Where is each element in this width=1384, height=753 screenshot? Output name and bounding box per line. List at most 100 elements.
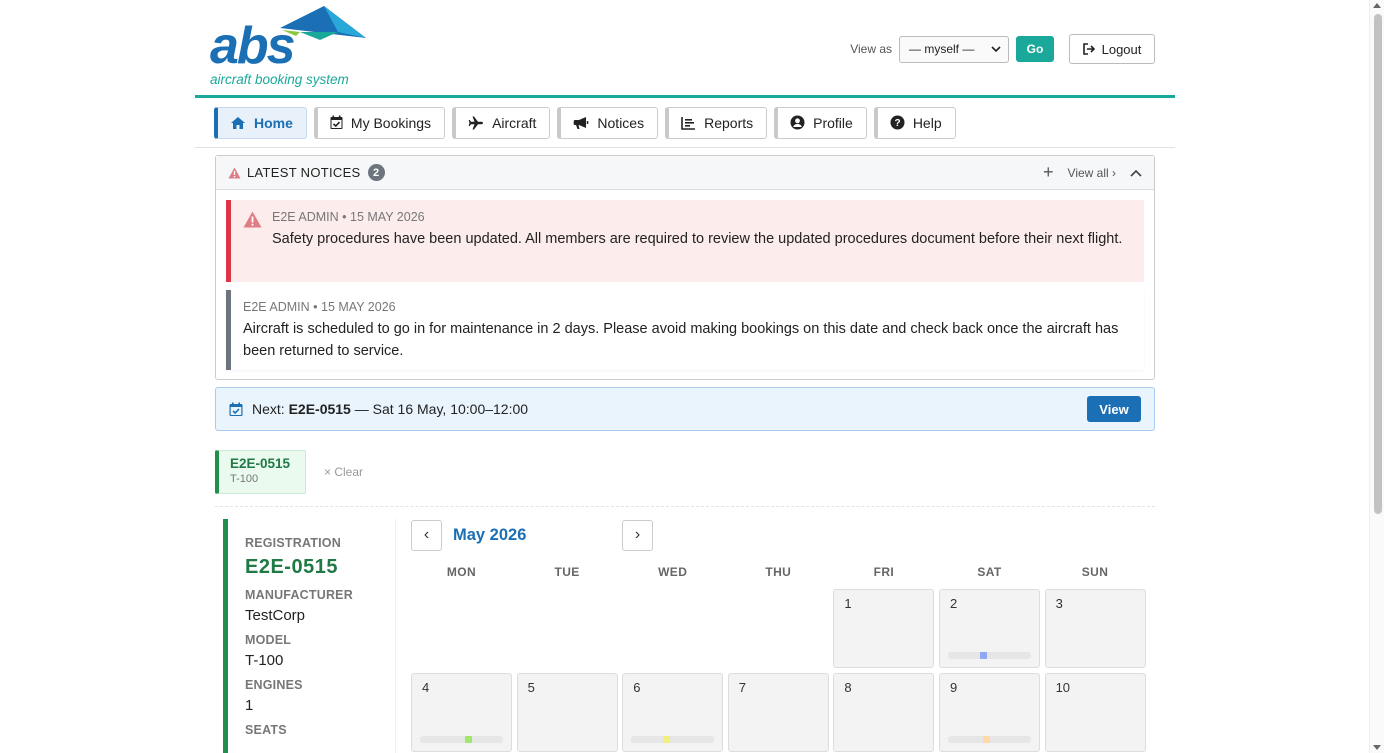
calendar-day-number: 7 xyxy=(738,680,747,695)
notices-title: LATEST NOTICES xyxy=(247,165,361,180)
calendar-day-cell[interactable]: 10 xyxy=(1044,673,1146,752)
site-header: abs aircraft booking system View as — my… xyxy=(195,0,1175,98)
scrollbar-thumb[interactable] xyxy=(1374,14,1382,514)
notice-item: E2E ADMIN • 15 MAY 2026 Safety procedure… xyxy=(226,200,1144,282)
previous-month-button[interactable]: ‹ xyxy=(411,519,442,551)
weekday-label: SUN xyxy=(1081,565,1109,579)
booking-timeline-track xyxy=(947,736,1031,743)
view-as-label: View as xyxy=(850,42,892,56)
aircraft-details: REGISTRATION E2E-0515 MANUFACTURER TestC… xyxy=(223,519,396,753)
calendar-day-cell[interactable]: 3 xyxy=(1044,589,1146,668)
nav-notices[interactable]: Notices xyxy=(557,106,659,139)
next-booking-text: Next: E2E-0515 — Sat 16 May, 10:00–12:00 xyxy=(252,401,528,417)
aircraft-filter-chip[interactable]: E2E-0515 T-100 xyxy=(215,450,306,494)
megaphone-icon xyxy=(574,116,589,129)
logout-icon xyxy=(1082,43,1095,55)
add-notice-button[interactable]: + xyxy=(1043,162,1054,183)
calendar-day-cell[interactable]: 4 xyxy=(411,673,512,752)
calendar-day-number: 3 xyxy=(1055,596,1063,611)
notice-text: Aircraft is scheduled to go in for maint… xyxy=(243,321,1119,359)
logout-label: Logout xyxy=(1101,41,1142,57)
nav-label: Reports xyxy=(704,114,754,131)
calendar-day-cell[interactable]: 2 xyxy=(938,589,1040,668)
booking-calendar: ‹ May 2026 › MON TUE WED THU FRI SAT SUN… xyxy=(411,519,1151,752)
notice-meta: E2E ADMIN • 15 MAY 2026 xyxy=(243,300,396,314)
warning-icon xyxy=(228,167,241,178)
scroll-up-arrow-icon[interactable] xyxy=(1373,3,1381,8)
logout-button[interactable]: Logout xyxy=(1069,34,1155,64)
clear-filter-button[interactable]: × Clear xyxy=(324,465,363,479)
booking-marker[interactable] xyxy=(465,736,473,743)
calendar-day-cell[interactable]: 7 xyxy=(727,673,829,752)
view-as-select[interactable]: — myself — xyxy=(899,35,1009,63)
booking-marker[interactable] xyxy=(979,652,987,659)
booking-timeline-track xyxy=(420,736,503,743)
engines-label: ENGINES xyxy=(245,678,303,692)
weekday-label: MON xyxy=(446,565,477,579)
nav-my-bookings[interactable]: My Bookings xyxy=(313,106,446,139)
weekday-label: THU xyxy=(765,565,792,579)
calendar-day-cell[interactable]: 6 xyxy=(622,673,724,752)
weekday-label: TUE xyxy=(554,565,580,579)
manufacturer-label: MANUFACTURER xyxy=(245,588,353,602)
go-button[interactable]: Go xyxy=(1016,36,1054,62)
calendar-day-number: 8 xyxy=(844,680,852,695)
calendar-empty-cell xyxy=(517,589,618,668)
chevron-up-icon[interactable] xyxy=(1130,169,1142,177)
nav-label: Help xyxy=(912,114,942,131)
calendar-day-number: 4 xyxy=(422,680,430,695)
calendar-empty-cell xyxy=(728,589,829,668)
nav-label: Aircraft xyxy=(492,114,537,131)
warning-icon xyxy=(243,211,262,228)
abs-logo[interactable]: abs aircraft booking system xyxy=(210,6,366,90)
notices-header[interactable]: LATEST NOTICES 2 + View all › xyxy=(216,156,1154,190)
page-wrapper: abs aircraft booking system View as — my… xyxy=(195,0,1175,753)
nav-help[interactable]: ? Help xyxy=(873,106,956,139)
calendar-grid: 1 2 3 4 5 6 7 8 9 10 xyxy=(411,589,1151,752)
weekday-header: MON TUE WED THU FRI SAT SUN xyxy=(411,565,1151,579)
svg-text:?: ? xyxy=(894,118,900,129)
calendar-day-cell[interactable]: 5 xyxy=(516,673,618,752)
calendar-empty-cell xyxy=(622,589,723,668)
nav-label: Notices xyxy=(597,114,645,131)
calendar-day-cell[interactable]: 1 xyxy=(833,589,935,668)
nav-label: Profile xyxy=(813,114,853,131)
next-booking-banner: Next: E2E-0515 — Sat 16 May, 10:00–12:00… xyxy=(215,387,1155,431)
registration-value: E2E-0515 xyxy=(245,556,338,578)
nav-label: Home xyxy=(254,114,293,131)
weekday-label: FRI xyxy=(873,565,895,579)
nav-reports[interactable]: Reports xyxy=(665,106,768,139)
calendar-day-number: 5 xyxy=(527,680,535,695)
calendar-day-cell[interactable]: 8 xyxy=(833,673,935,752)
booking-marker[interactable] xyxy=(983,736,991,743)
page-scrollbar[interactable] xyxy=(1369,0,1384,753)
calendar-day-number: 9 xyxy=(949,680,958,695)
chip-model: T-100 xyxy=(230,473,259,485)
weekday-label: WED xyxy=(658,565,688,579)
nav-profile[interactable]: Profile xyxy=(774,106,867,139)
scroll-down-arrow-icon[interactable] xyxy=(1373,745,1381,750)
calendar-check-icon xyxy=(229,402,243,416)
calendar-day-cell[interactable]: 9 xyxy=(938,673,1040,752)
question-circle-icon: ? xyxy=(890,115,905,130)
calendar-check-icon xyxy=(330,115,343,129)
next-month-button[interactable]: › xyxy=(622,519,653,551)
calendar-day-number: 10 xyxy=(1055,680,1071,695)
booking-marker[interactable] xyxy=(663,736,671,743)
notices-actions: + View all › xyxy=(1043,162,1142,183)
chart-icon xyxy=(681,116,696,130)
view-booking-button[interactable]: View xyxy=(1087,396,1141,422)
model-value: T-100 xyxy=(245,652,284,669)
nav-aircraft[interactable]: Aircraft xyxy=(452,106,551,139)
calendar-month-title: May 2026 xyxy=(453,525,527,544)
divider xyxy=(215,506,1155,507)
main-nav: Home My Bookings Aircraft Notices Report… xyxy=(195,98,1175,148)
view-as-selected-value: — myself — xyxy=(909,42,975,56)
calendar-empty-cell xyxy=(411,589,512,668)
plane-icon xyxy=(468,116,484,129)
engines-value: 1 xyxy=(245,697,254,714)
user-circle-icon xyxy=(790,115,805,130)
nav-home[interactable]: Home xyxy=(214,106,307,139)
registration-label: REGISTRATION xyxy=(245,536,341,550)
view-all-notices-link[interactable]: View all › xyxy=(1068,166,1116,180)
